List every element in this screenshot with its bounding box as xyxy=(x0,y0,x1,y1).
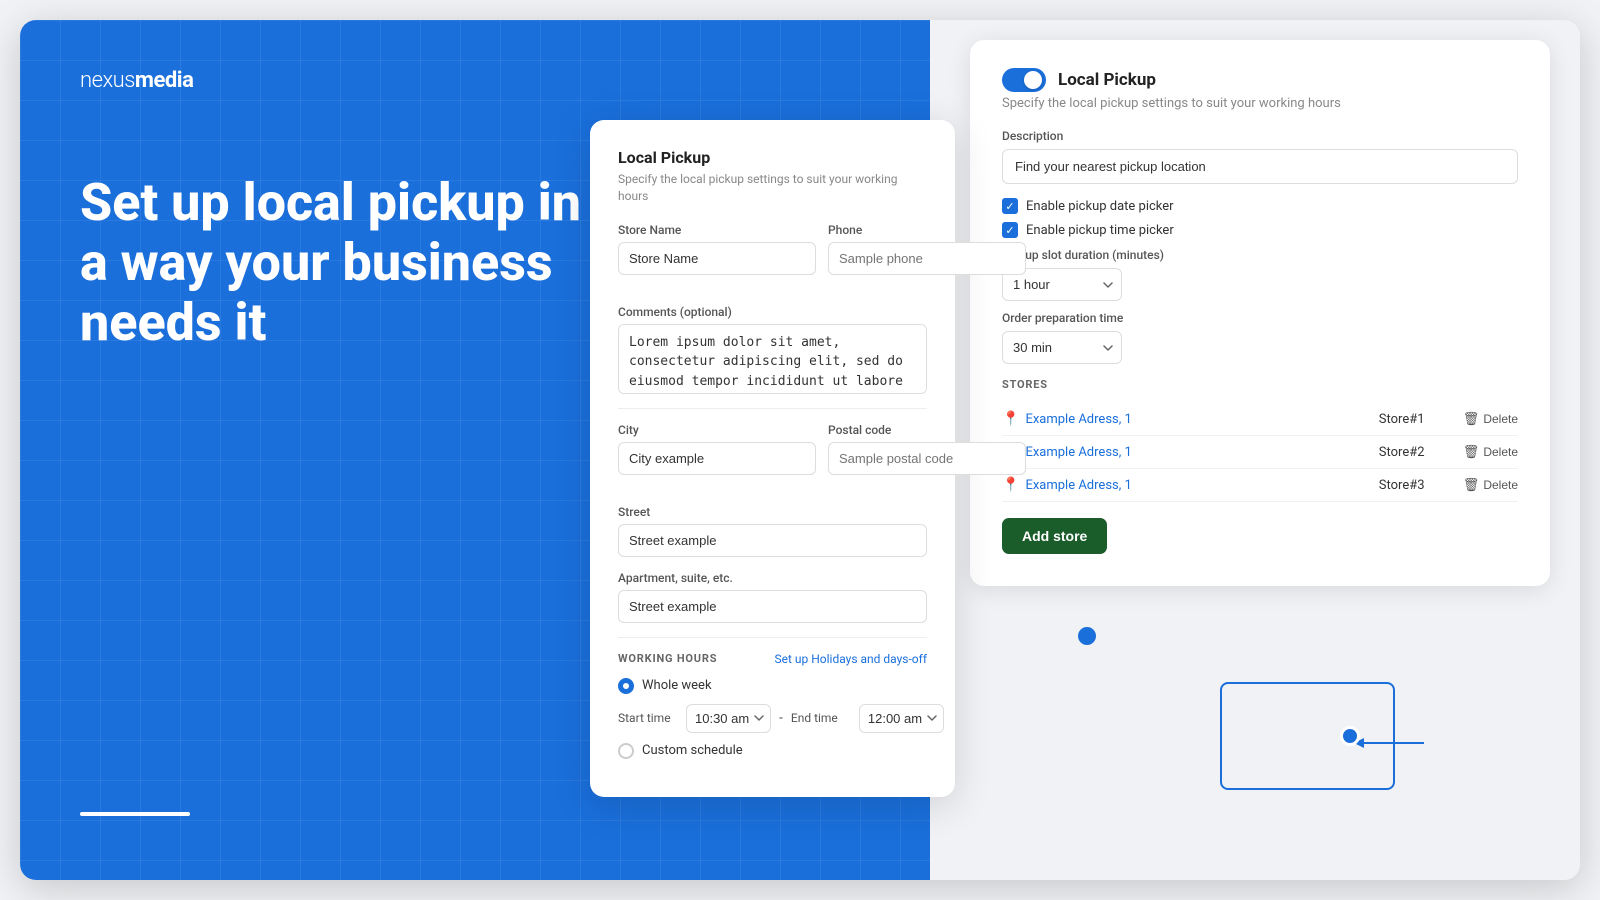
time-picker-label: Enable pickup time picker xyxy=(1026,223,1174,238)
store-name-2: Store#2 xyxy=(1379,445,1439,460)
trash-icon-3: 🗑 xyxy=(1463,477,1480,493)
store-name-3: Store#3 xyxy=(1379,478,1439,493)
store-name-1: Store#1 xyxy=(1379,412,1439,427)
postal-code-label: Postal code xyxy=(828,423,1026,437)
store-delete-btn-1[interactable]: 🗑 Delete xyxy=(1463,411,1518,427)
comments-input[interactable]: Lorem ipsum dolor sit amet, consectetur … xyxy=(618,324,927,394)
custom-schedule-option[interactable]: Custom schedule xyxy=(618,743,927,759)
store-address-3[interactable]: Example Adress, 1 xyxy=(1025,478,1378,493)
working-hours-label: WORKING HOURS xyxy=(618,652,717,665)
description-label: Description xyxy=(1002,129,1518,143)
settings-title: Local Pickup xyxy=(1058,70,1156,90)
whole-week-radio[interactable] xyxy=(618,678,634,694)
settings-subtitle: Specify the local pickup settings to sui… xyxy=(1002,96,1518,111)
form-card-subtitle: Specify the local pickup settings to sui… xyxy=(618,171,927,205)
city-input[interactable] xyxy=(618,442,816,475)
brand-name: nexusmedia xyxy=(80,68,193,93)
store-row-1: 📍 Example Adress, 1 Store#1 🗑 Delete xyxy=(1002,403,1518,436)
phone-label: Phone xyxy=(828,223,1026,237)
connector-dot-1 xyxy=(1078,627,1096,645)
street-input[interactable] xyxy=(618,524,927,557)
description-input[interactable] xyxy=(1002,149,1518,184)
custom-schedule-radio[interactable] xyxy=(618,743,634,759)
setup-holidays-link[interactable]: Set up Holidays and days-off xyxy=(775,652,928,666)
city-label: City xyxy=(618,423,816,437)
store-delete-btn-3[interactable]: 🗑 Delete xyxy=(1463,477,1518,493)
trash-icon-1: 🗑 xyxy=(1463,411,1480,427)
slot-duration-label: Pickup slot duration (minutes) xyxy=(1002,248,1518,262)
start-time-label: Start time xyxy=(618,711,678,725)
store-name-input[interactable] xyxy=(618,242,816,275)
right-panel: Local Pickup Specify the local pickup se… xyxy=(930,20,1580,880)
store-delete-btn-2[interactable]: 🗑 Delete xyxy=(1463,444,1518,460)
start-time-select[interactable]: 10:30 am xyxy=(686,704,771,733)
preparation-time-label: Order preparation time xyxy=(1002,311,1518,325)
whole-week-option[interactable]: Whole week xyxy=(618,678,927,694)
preparation-time-select[interactable]: 30 min xyxy=(1002,331,1122,364)
settings-card: Local Pickup Specify the local pickup se… xyxy=(970,40,1550,586)
store-row-3: 📍 Example Adress, 1 Store#3 🗑 Delete xyxy=(1002,469,1518,502)
stores-section-label: STORES xyxy=(1002,378,1518,391)
store-row-2: 📍 Example Adress, 1 Store#2 🗑 Delete xyxy=(1002,436,1518,469)
whole-week-label: Whole week xyxy=(642,678,712,693)
add-store-button[interactable]: Add store xyxy=(1002,518,1107,554)
hero-title: Set up local pickup in a way your busine… xyxy=(80,173,600,352)
custom-schedule-label: Custom schedule xyxy=(642,743,743,758)
street-label: Street xyxy=(618,505,927,519)
comments-label: Comments (optional) xyxy=(618,305,927,319)
apartment-input[interactable] xyxy=(618,590,927,623)
store-address-2[interactable]: Example Adress, 1 xyxy=(1025,445,1378,460)
date-picker-checkbox[interactable]: ✓ xyxy=(1002,198,1018,214)
postal-code-input[interactable] xyxy=(828,442,1026,475)
end-time-select[interactable]: 12:00 am xyxy=(859,704,944,733)
local-pickup-toggle[interactable] xyxy=(1002,68,1046,92)
location-icon-3: 📍 xyxy=(1002,477,1019,493)
connector-dot-arrow xyxy=(1340,726,1360,746)
time-dash: - xyxy=(779,710,783,726)
hero-divider xyxy=(80,812,190,816)
form-card-title: Local Pickup xyxy=(618,148,927,167)
date-picker-label: Enable pickup date picker xyxy=(1026,199,1174,214)
enable-time-picker-row[interactable]: ✓ Enable pickup time picker xyxy=(1002,222,1518,238)
end-time-label: End time xyxy=(791,711,851,725)
phone-input[interactable] xyxy=(828,242,1026,275)
connector-arrow xyxy=(1354,733,1434,753)
store-address-1[interactable]: Example Adress, 1 xyxy=(1025,412,1378,427)
enable-date-picker-row[interactable]: ✓ Enable pickup date picker xyxy=(1002,198,1518,214)
logo: nexusmedia xyxy=(80,68,870,93)
apartment-label: Apartment, suite, etc. xyxy=(618,571,927,585)
store-name-label: Store Name xyxy=(618,223,816,237)
trash-icon-2: 🗑 xyxy=(1463,444,1480,460)
store-form-card: Local Pickup Specify the local pickup se… xyxy=(590,120,955,797)
